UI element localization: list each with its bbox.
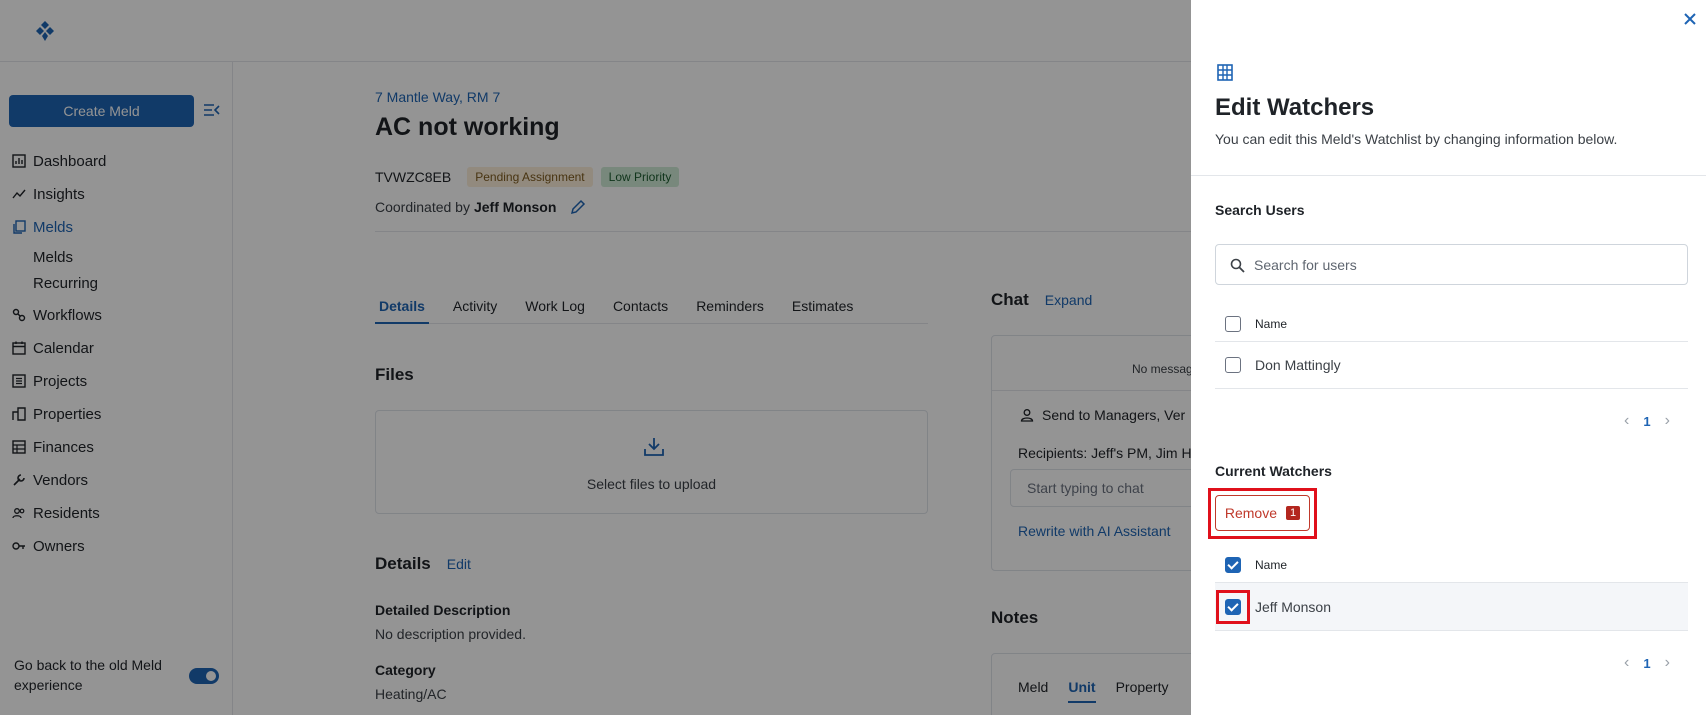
search-field bbox=[1215, 244, 1688, 285]
checkbox-highlight bbox=[1216, 590, 1250, 624]
divider bbox=[1215, 341, 1688, 342]
next-page-icon[interactable]: › bbox=[1665, 654, 1670, 672]
modal-backdrop[interactable] bbox=[0, 0, 1191, 715]
panel-subtitle: You can edit this Meld's Watchlist by ch… bbox=[1215, 131, 1618, 147]
page-number[interactable]: 1 bbox=[1643, 414, 1650, 429]
search-icon bbox=[1230, 258, 1245, 273]
prev-page-icon[interactable]: ‹ bbox=[1624, 654, 1629, 672]
panel-title: Edit Watchers bbox=[1215, 94, 1375, 121]
close-icon[interactable] bbox=[1681, 10, 1699, 28]
name-column-header: Name bbox=[1255, 558, 1288, 572]
search-pagination: ‹ 1 › bbox=[1624, 412, 1670, 430]
search-input[interactable] bbox=[1254, 250, 1674, 280]
building-icon bbox=[1217, 64, 1233, 81]
edit-watchers-panel: Edit Watchers You can edit this Meld's W… bbox=[1191, 0, 1706, 715]
user-name: Don Mattingly bbox=[1255, 357, 1341, 373]
search-users-heading: Search Users bbox=[1215, 202, 1305, 218]
watchers-pagination: ‹ 1 › bbox=[1624, 654, 1670, 672]
select-all-watchers-checkbox[interactable] bbox=[1225, 557, 1241, 573]
remove-highlight bbox=[1208, 488, 1317, 539]
name-column-header: Name bbox=[1255, 317, 1288, 331]
divider bbox=[1215, 630, 1688, 631]
divider bbox=[1191, 175, 1706, 176]
next-page-icon[interactable]: › bbox=[1665, 412, 1670, 430]
current-watchers-heading: Current Watchers bbox=[1215, 463, 1332, 479]
divider bbox=[1215, 388, 1688, 389]
page-number[interactable]: 1 bbox=[1643, 656, 1650, 671]
prev-page-icon[interactable]: ‹ bbox=[1624, 412, 1629, 430]
select-all-checkbox[interactable] bbox=[1225, 316, 1241, 332]
user-checkbox[interactable] bbox=[1225, 357, 1241, 373]
watcher-name: Jeff Monson bbox=[1255, 599, 1332, 615]
